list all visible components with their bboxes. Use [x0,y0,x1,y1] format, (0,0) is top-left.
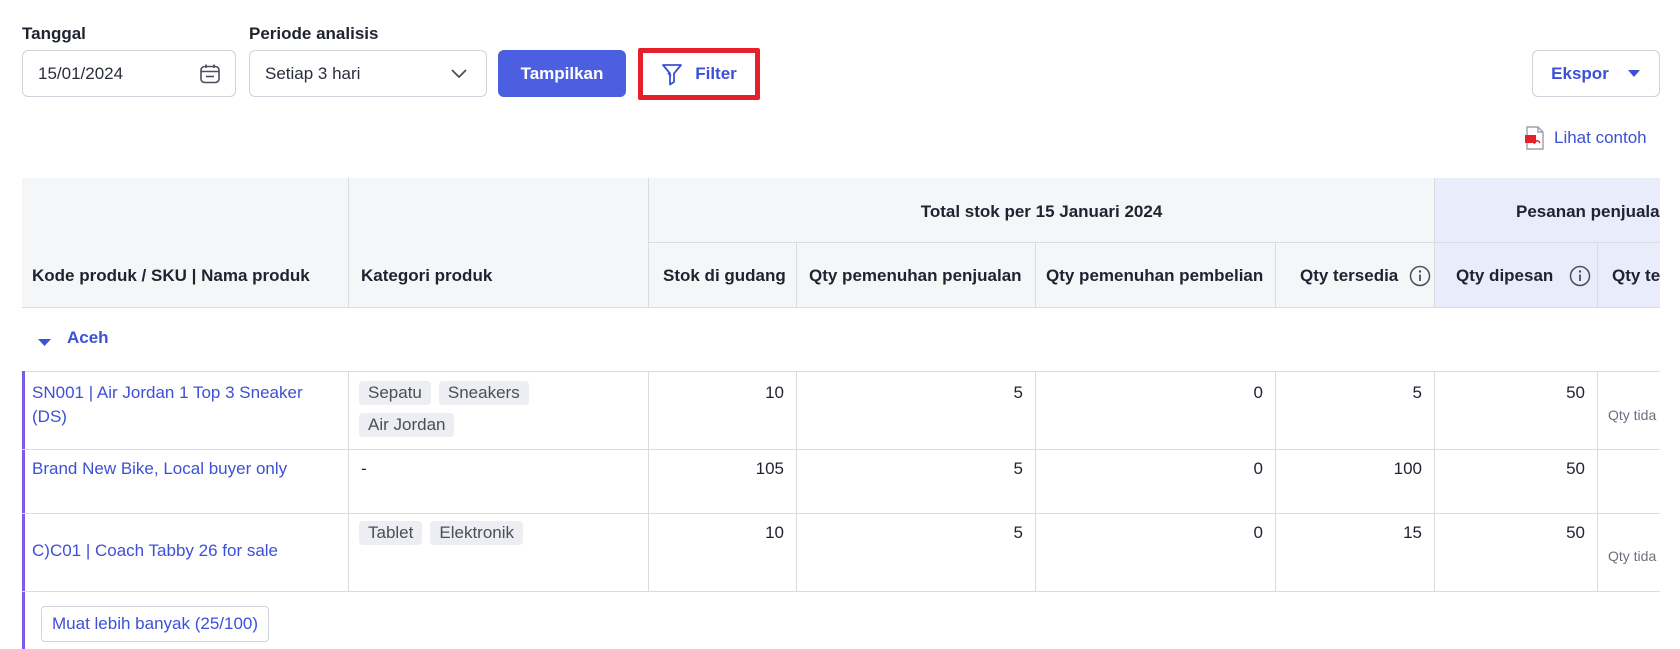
ordered-value: 50 [1566,383,1585,402]
ordered-value: 50 [1566,523,1585,542]
col-available-header: Qty tersedia [1300,266,1399,285]
sample-link-label: Lihat contoh [1554,128,1647,147]
qty-note: Qty tida [1608,407,1657,423]
qty-note: Qty tida [1608,548,1657,564]
date-label: Tanggal [22,24,86,43]
available-value: 5 [1412,383,1422,402]
purchase-fulfil-value: 0 [1253,383,1263,402]
category-tag: Sneakers [438,381,529,405]
region-group-toggle[interactable]: Aceh [22,308,1660,371]
calendar-icon[interactable] [199,63,221,90]
sales-fulfil-value: 5 [1013,383,1023,402]
category-tag: Sepatu [359,381,431,405]
info-icon[interactable] [1409,265,1431,292]
export-label: Ekspor [1551,63,1609,83]
region-name: Aceh [67,328,109,347]
col-category-header: Kategori produk [361,266,493,285]
group-total-header: Total stok per 15 Januari 2024 [920,202,1163,221]
col-next-header: Qty te [1612,266,1660,285]
ordered-value: 50 [1566,459,1585,478]
filter-label: Filter [695,64,737,83]
filter-button[interactable]: Filter [638,48,760,100]
available-value: 15 [1403,523,1422,542]
pdf-file-icon [1525,126,1545,150]
load-more-button[interactable]: Muat lebih banyak (25/100) [41,606,270,642]
col-purchase-fulfil-header: Qty pemenuhan pembelian [1046,266,1264,285]
category-tags: Sepatu Sneakers Air Jordan [359,381,639,445]
col-ordered-header: Qty dipesan [1456,266,1554,285]
stock-value: 105 [755,459,784,478]
sales-fulfil-value: 5 [1013,459,1023,478]
export-button[interactable]: Ekspor [1532,50,1660,97]
category-text: - [361,459,367,478]
stock-table: Kode produk / SKU | Nama produk Kategori… [22,178,1660,649]
caret-down-icon [38,334,51,352]
period-value: Setiap 3 hari [265,63,361,83]
chevron-down-icon [450,66,468,86]
date-field[interactable]: 15/01/2024 [22,50,236,97]
category-tags: Tablet Elektronik [359,521,639,553]
show-button[interactable]: Tampilkan [498,50,626,97]
date-value: 15/01/2024 [38,63,124,83]
purchase-fulfil-value: 0 [1253,459,1263,478]
purchase-fulfil-value: 0 [1253,523,1263,542]
info-icon[interactable] [1569,265,1591,292]
period-label: Periode analisis [249,24,379,43]
sample-link[interactable]: Lihat contoh [1525,126,1647,150]
caret-down-icon [1627,69,1641,78]
stock-value: 10 [765,523,784,542]
category-tag: Air Jordan [359,413,455,437]
period-select[interactable]: Setiap 3 hari [249,50,487,97]
col-product-header: Kode produk / SKU | Nama produk [32,266,310,285]
sales-fulfil-value: 5 [1013,523,1023,542]
product-link[interactable]: Brand New Bike, Local buyer only [32,459,337,479]
filter-icon [661,62,683,86]
group-indicator [22,371,25,649]
category-tag: Tablet [359,521,423,545]
col-sales-fulfil-header: Qty pemenuhan penjualan [809,266,1022,285]
available-value: 100 [1393,459,1422,478]
group-sales-header: Pesanan penjualan [1516,202,1660,221]
col-stock-header: Stok di gudang [663,266,786,285]
product-link[interactable]: C)C01 | Coach Tabby 26 for sale [32,541,337,561]
stock-value: 10 [765,383,784,402]
product-link[interactable]: SN001 | Air Jordan 1 Top 3 Sneaker (DS) [32,381,337,429]
category-tag: Elektronik [430,521,524,545]
